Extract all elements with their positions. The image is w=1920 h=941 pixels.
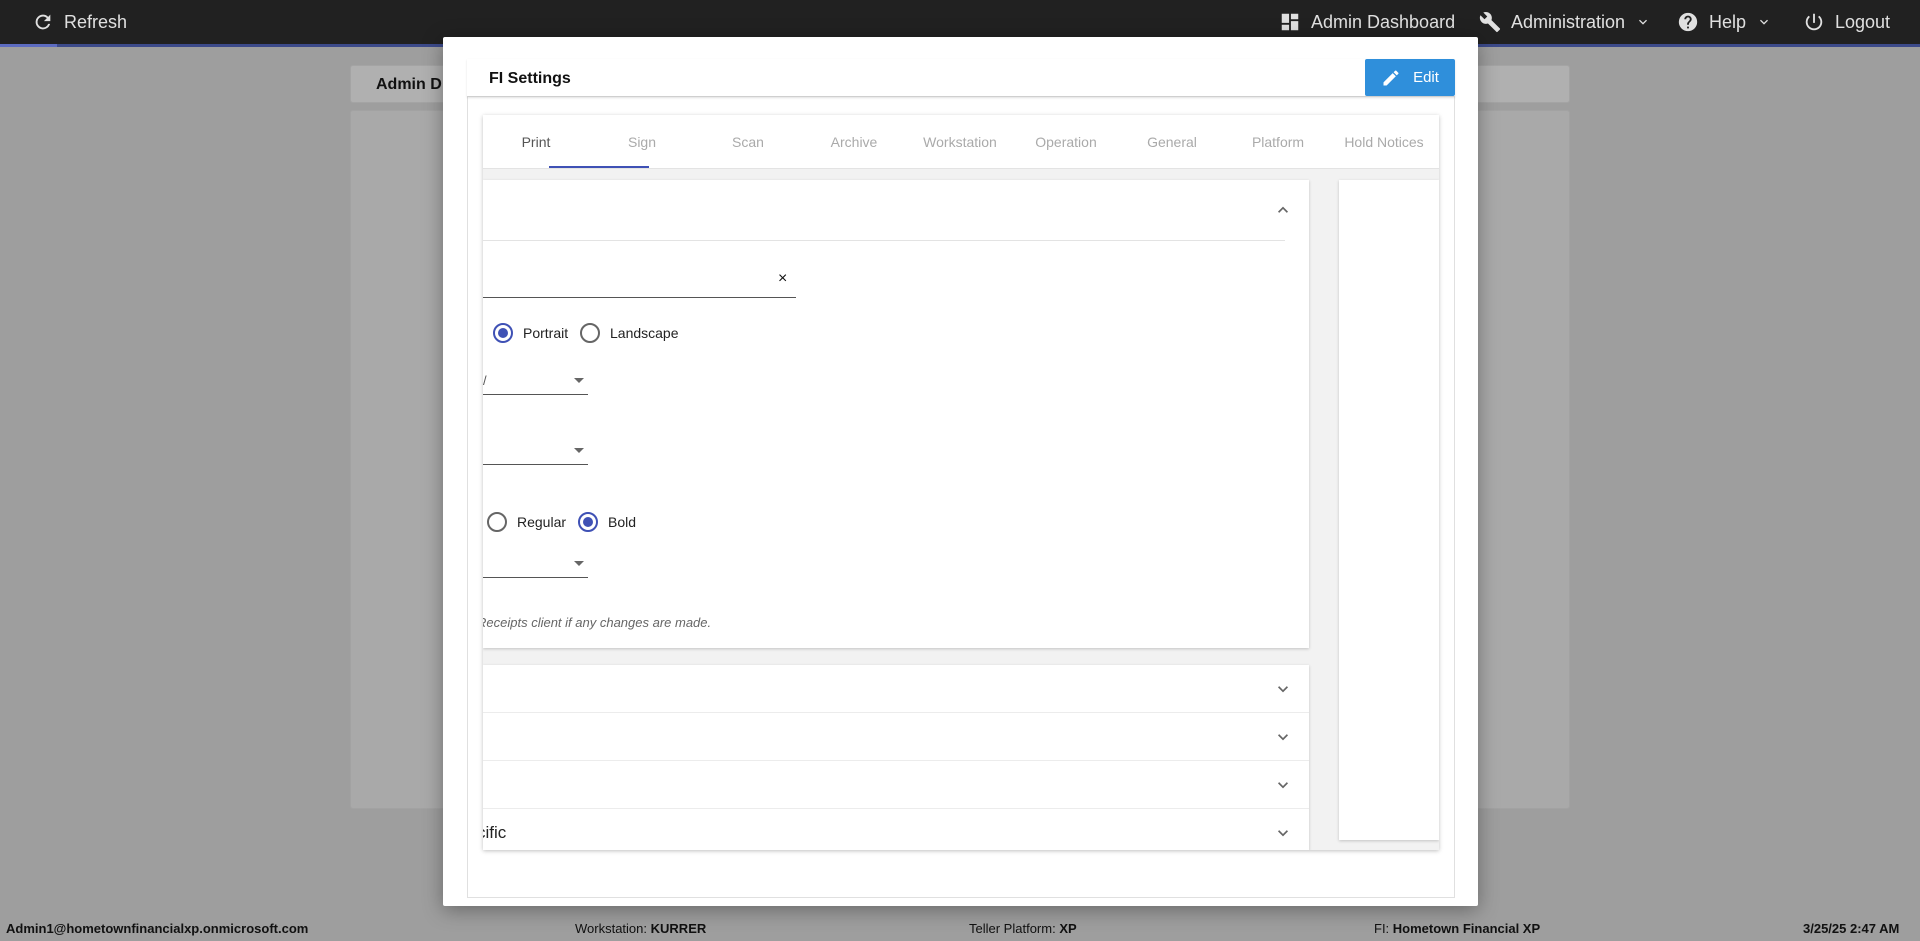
dashboard-icon [1281, 13, 1299, 31]
admin-dashboard-label: Admin Dashboard [1311, 11, 1456, 32]
settings-tabs: Print Sign Scan Archive Workstation Oper… [483, 115, 1439, 169]
power-icon [1805, 13, 1823, 31]
background-page-title: Admin D [376, 76, 442, 93]
caret-down-icon [574, 378, 584, 383]
tab-general[interactable]: General [1119, 115, 1225, 169]
collapsed-section-4[interactable]: cific [483, 809, 1309, 850]
chevron-down-icon [1278, 686, 1288, 693]
status-workstation: Workstation: KURRER [575, 921, 707, 936]
active-tab-indicator [549, 166, 649, 168]
expand-button[interactable] [1273, 775, 1293, 795]
modal-title: FI Settings [489, 70, 571, 87]
chevron-down-icon [1278, 734, 1288, 741]
chevron-up-icon [1278, 206, 1288, 213]
radio-landscape-label: Landscape [610, 325, 679, 341]
chevron-down-icon [1278, 830, 1288, 837]
select-two[interactable] [483, 437, 588, 465]
refresh-icon [35, 14, 51, 30]
select-three[interactable] [483, 550, 588, 578]
radio-portrait[interactable]: Portrait [493, 323, 568, 343]
side-panel [1339, 180, 1439, 840]
radio-regular-label: Regular [517, 514, 567, 530]
collapse-panel-button[interactable] [1273, 200, 1293, 220]
radio-bold-indicator [578, 512, 598, 532]
expand-button[interactable] [1273, 679, 1293, 699]
edit-label: Edit [1413, 69, 1439, 86]
panel-divider [483, 240, 1285, 241]
settings-content: Print Sign Scan Archive Workstation Oper… [483, 115, 1439, 850]
logout-button[interactable]: Logout [1803, 0, 1890, 44]
help-menu[interactable]: Help [1677, 0, 1772, 44]
wrench-icon [1479, 12, 1501, 33]
tab-hold-notices[interactable]: Hold Notices [1331, 115, 1437, 169]
clear-input-button[interactable]: × [778, 270, 787, 288]
tab-archive[interactable]: Archive [801, 115, 907, 169]
radio-bold[interactable]: Bold [578, 512, 636, 532]
tab-workstation[interactable]: Workstation [907, 115, 1013, 169]
administration-label: Administration [1511, 11, 1626, 32]
printer-text-input[interactable] [483, 270, 796, 298]
radio-regular[interactable]: Regular [487, 512, 566, 532]
refresh-button[interactable]: Refresh [32, 0, 127, 44]
administration-menu[interactable]: Administration [1479, 0, 1651, 44]
modal-title-bar: FI Settings [467, 59, 1455, 97]
tab-operation[interactable]: Operation [1013, 115, 1119, 169]
chevron-down-icon [1760, 19, 1769, 25]
radio-landscape[interactable]: Landscape [580, 323, 679, 343]
status-bar: Admin1@hometownfinancialxp.onmicrosoft.c… [0, 915, 1920, 941]
status-platform: Teller Platform: XP [969, 921, 1077, 936]
chevron-down-icon [1639, 19, 1648, 25]
pencil-icon [1383, 69, 1399, 85]
collapsed-section-2[interactable] [483, 713, 1309, 761]
chevron-down-icon [1278, 782, 1288, 789]
refresh-label: Refresh [64, 11, 128, 32]
loading-indicator [0, 44, 57, 47]
status-user: Admin1@hometownfinancialxp.onmicrosoft.c… [6, 921, 309, 936]
logout-label: Logout [1835, 11, 1891, 32]
radio-regular-indicator [487, 512, 507, 532]
select-one[interactable]: / [483, 367, 588, 395]
help-icon [1678, 12, 1698, 32]
tab-platform[interactable]: Platform [1225, 115, 1331, 169]
expand-button[interactable] [1273, 727, 1293, 747]
print-settings-panel: × Portrait Landscape / Regular Bold Rece… [483, 180, 1309, 648]
radio-landscape-indicator [580, 323, 600, 343]
radio-bold-label: Bold [608, 514, 637, 530]
expand-button[interactable] [1273, 823, 1293, 843]
help-label: Help [1709, 11, 1747, 32]
radio-portrait-indicator [493, 323, 513, 343]
section-label: cific [483, 823, 507, 842]
tab-sign[interactable]: Sign [589, 115, 695, 169]
collapsed-section-3[interactable] [483, 761, 1309, 809]
status-fi: FI: Hometown Financial XP [1374, 921, 1541, 936]
select-one-value: / [483, 373, 487, 388]
caret-down-icon [574, 448, 584, 453]
caret-down-icon [574, 561, 584, 566]
tab-print[interactable]: Print [483, 115, 589, 169]
status-datetime: 3/25/25 2:47 AM [1803, 921, 1900, 936]
radio-portrait-label: Portrait [523, 325, 569, 341]
restart-note: Receipts client if any changes are made. [483, 615, 712, 630]
collapsed-section-1[interactable] [483, 665, 1309, 713]
collapsed-sections: cific [483, 665, 1309, 850]
tab-scan[interactable]: Scan [695, 115, 801, 169]
edit-button[interactable]: Edit [1365, 59, 1455, 96]
